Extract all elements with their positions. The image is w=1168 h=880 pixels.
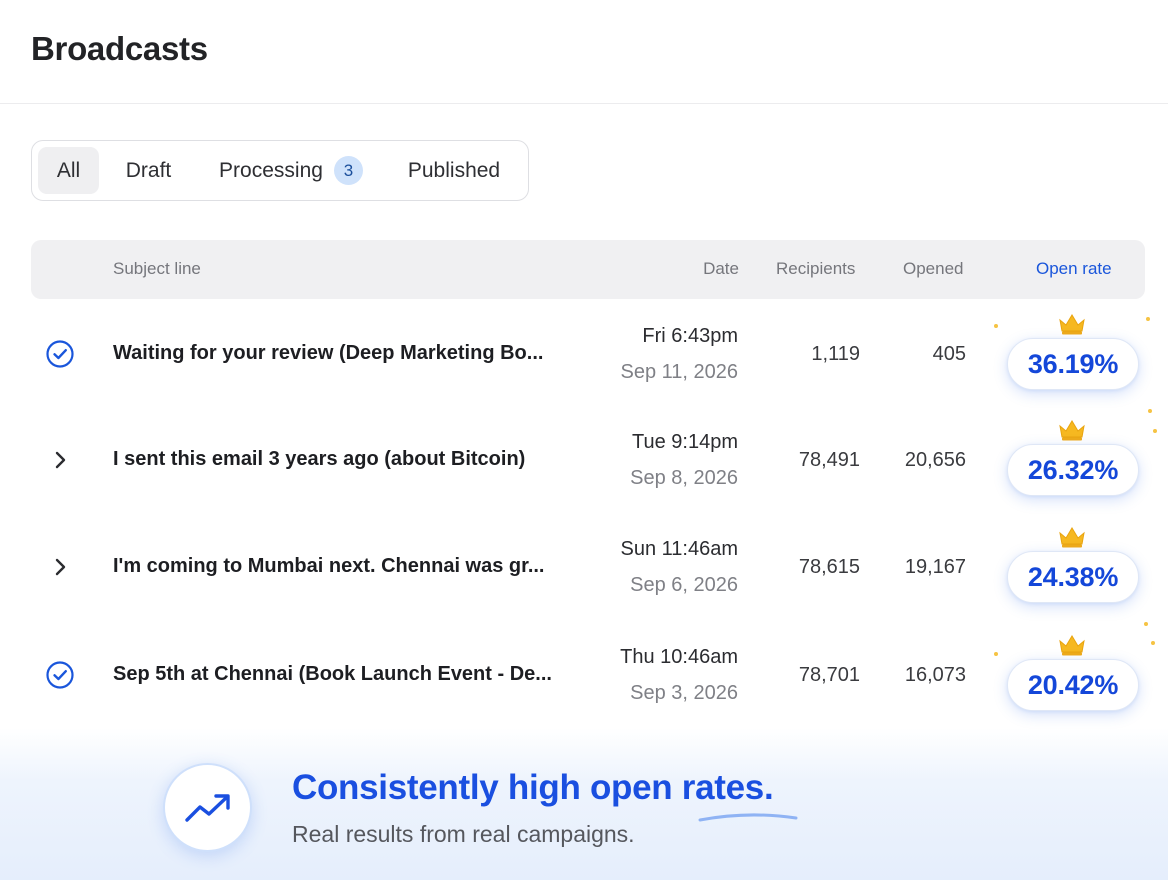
sparkle-icon — [1148, 409, 1152, 413]
footer-subtitle: Real results from real campaigns. — [292, 821, 635, 847]
trending-up-icon — [163, 763, 252, 852]
open-rate-cell: 36.19% — [994, 305, 1150, 405]
open-rate-badge: 20.42% — [1007, 659, 1139, 711]
sparkle-icon — [1151, 641, 1155, 645]
row-subject[interactable]: Waiting for your review (Deep Marketing … — [113, 342, 583, 365]
row-recipients: 78,701 — [798, 664, 860, 686]
table-row[interactable]: Waiting for your review (Deep Marketing … — [31, 301, 1150, 408]
sparkle-icon — [1144, 622, 1148, 626]
crown-icon — [1059, 314, 1085, 335]
sparkle-icon — [1153, 429, 1157, 433]
table-row[interactable]: I sent this email 3 years ago (about Bit… — [31, 407, 1157, 514]
open-rate-cell: 26.32% — [1005, 409, 1157, 511]
tab-draft[interactable]: Draft — [99, 147, 198, 194]
check-circle-icon — [45, 660, 75, 690]
row-date: Sep 11, 2026 — [620, 361, 738, 383]
row-time: Thu 10:46am — [620, 646, 738, 668]
tab-published[interactable]: Published — [384, 147, 524, 194]
page-title: Broadcasts — [31, 30, 208, 67]
crown-icon — [1059, 635, 1085, 656]
open-rate-cell: 24.38% — [1005, 518, 1141, 618]
sparkle-icon — [994, 652, 998, 656]
table-header: Subject line Date Recipients Opened Open… — [31, 240, 1145, 299]
column-header-open-rate[interactable]: Open rate — [1036, 259, 1112, 279]
row-date: Sep 6, 2026 — [630, 574, 738, 596]
tab-draft-label: Draft — [125, 158, 172, 182]
footer-banner: Consistently high open rates. Real resul… — [0, 728, 1168, 880]
row-opened: 20,656 — [904, 449, 966, 471]
row-recipients: 1,119 — [811, 343, 860, 365]
row-subject[interactable]: I sent this email 3 years ago (about Bit… — [113, 448, 583, 471]
row-subject[interactable]: I'm coming to Mumbai next. Chennai was g… — [113, 555, 583, 578]
open-rate-badge: 24.38% — [1007, 551, 1139, 603]
row-recipients: 78,491 — [798, 449, 860, 471]
underline-decoration — [698, 813, 798, 822]
table-row[interactable]: Sep 5th at Chennai (Book Launch Event - … — [31, 622, 1155, 729]
crown-icon — [1059, 420, 1085, 441]
open-rate-badge: 26.32% — [1007, 444, 1139, 496]
tab-all[interactable]: All — [38, 147, 99, 194]
column-header-recipients[interactable]: Recipients — [776, 259, 855, 279]
row-time: Sun 11:46am — [620, 538, 739, 560]
row-opened: 16,073 — [904, 664, 966, 686]
crown-icon — [1059, 527, 1085, 548]
row-time: Tue 9:14pm — [632, 431, 738, 453]
page-header: Broadcasts — [0, 0, 1168, 104]
table-row[interactable]: I'm coming to Mumbai next. Chennai was g… — [31, 514, 1145, 621]
tab-processing[interactable]: Processing 3 — [198, 147, 384, 194]
chevron-right-icon[interactable] — [45, 445, 75, 475]
row-subject[interactable]: Sep 5th at Chennai (Book Launch Event - … — [113, 663, 583, 686]
tab-processing-label: Processing — [219, 158, 323, 182]
row-opened: 405 — [932, 343, 966, 365]
row-time: Fri 6:43pm — [642, 325, 738, 347]
footer-title: Consistently high open rates. — [292, 768, 774, 807]
column-header-date[interactable]: Date — [703, 259, 739, 279]
chevron-right-icon[interactable] — [45, 552, 75, 582]
open-rate-badge: 36.19% — [1007, 338, 1139, 390]
row-date: Sep 3, 2026 — [630, 682, 738, 704]
row-recipients: 78,615 — [798, 556, 860, 578]
column-header-opened[interactable]: Opened — [903, 259, 964, 279]
sparkle-icon — [1146, 317, 1150, 321]
status-tabs: All Draft Processing 3 Published — [31, 140, 529, 201]
processing-count-badge: 3 — [333, 156, 363, 185]
tab-all-label: All — [56, 158, 81, 182]
column-header-subject[interactable]: Subject line — [113, 259, 201, 279]
sparkle-icon — [994, 324, 998, 328]
open-rate-cell: 20.42% — [994, 622, 1155, 726]
tab-published-label: Published — [407, 158, 501, 182]
row-opened: 19,167 — [904, 556, 966, 578]
check-circle-icon — [45, 339, 75, 369]
row-date: Sep 8, 2026 — [630, 467, 738, 489]
